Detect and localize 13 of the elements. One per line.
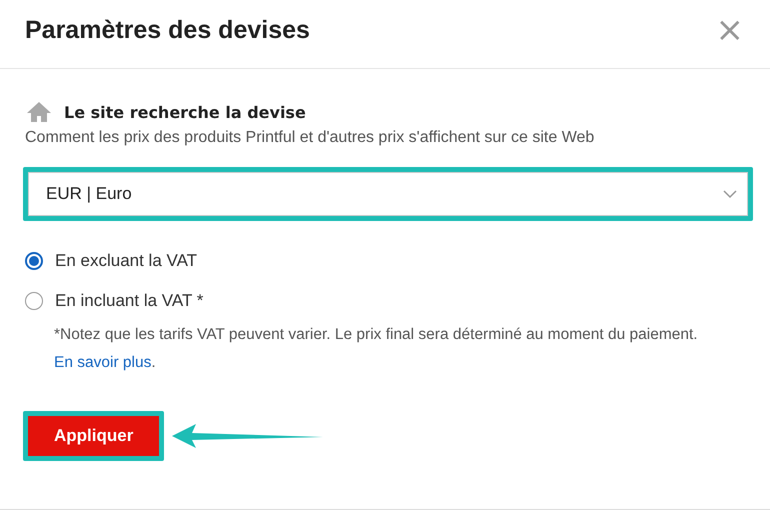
dialog-title: Paramètres des devises	[25, 16, 310, 44]
home-icon	[26, 101, 52, 123]
radio-option[interactable]: En excluant la VAT	[25, 251, 753, 271]
radio-option[interactable]: En incluant la VAT *	[25, 291, 753, 311]
radio-button[interactable]	[25, 252, 43, 270]
section-heading: Le site recherche la devise	[64, 102, 306, 122]
learn-more-link[interactable]: En savoir plus	[54, 354, 152, 371]
caret-icon	[723, 190, 737, 198]
section-description: Comment les prix des produits Printful et d'autres prix s'affichent sur ce site Web	[25, 129, 596, 147]
radio-button[interactable]	[25, 292, 43, 310]
apply-button[interactable]: Appliquer	[28, 416, 160, 456]
vat-note: *Notez que les tarifs VAT peuvent varier. Le prix final sera déterminé au moment du paiement. En savoir plus.	[54, 325, 699, 373]
currency-select[interactable]: EUR | Euro	[28, 172, 748, 216]
